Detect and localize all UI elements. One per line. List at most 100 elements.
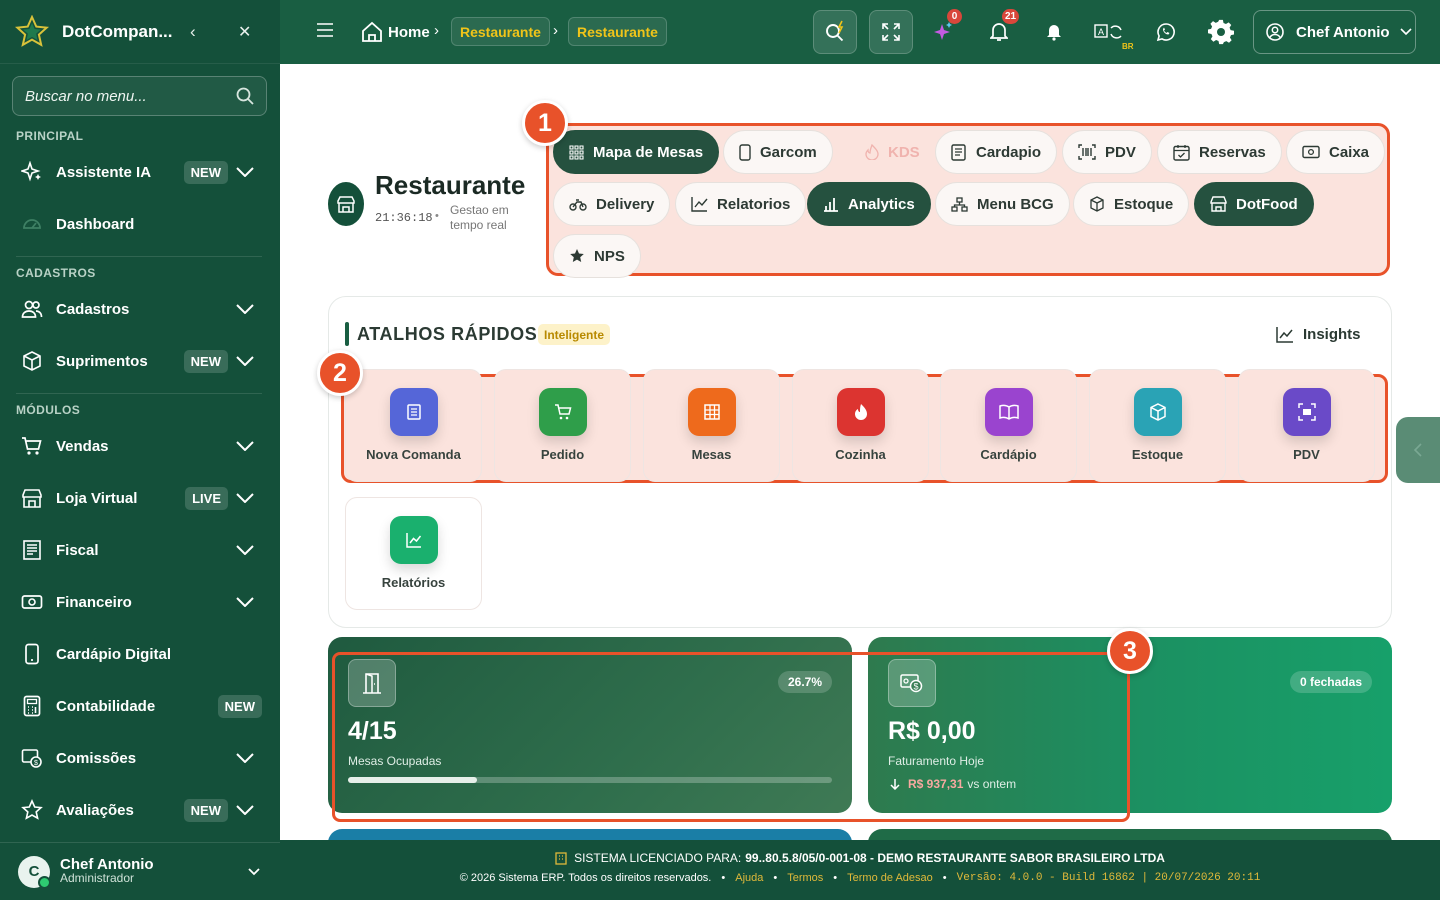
tab-kds[interactable]: KDS — [849, 130, 936, 174]
separator-dot: • — [721, 872, 726, 884]
tab-menu-bcg[interactable]: Menu BCG — [935, 182, 1070, 226]
tab-label: Garcom — [760, 143, 817, 161]
restaurant-icon — [328, 182, 364, 226]
sidebar-item-dashboard[interactable]: Dashboard — [0, 198, 280, 250]
tab-estoque[interactable]: Estoque — [1073, 182, 1190, 226]
help-link[interactable]: Ajuda — [735, 872, 763, 884]
menu-icon[interactable] — [317, 23, 333, 42]
bar-chart-icon — [823, 197, 839, 212]
tab-relatorios[interactable]: Relatorios — [675, 182, 807, 226]
star-icon — [569, 248, 585, 264]
brand-name: DotCompan... — [62, 21, 173, 41]
tab-analytics[interactable]: Analytics — [807, 182, 931, 226]
shortcut-label: Nova Comanda — [366, 447, 461, 462]
chevron-left-icon — [1413, 443, 1422, 457]
sidebar-item-avaliacoes[interactable]: Avaliações NEW — [0, 784, 280, 836]
highlight-box-3 — [332, 652, 1130, 822]
flame-icon — [865, 144, 879, 160]
grid-icon — [569, 144, 584, 160]
shortcut-nova-comanda[interactable]: Nova Comanda — [345, 369, 482, 482]
settings-button[interactable] — [1199, 10, 1243, 54]
language-button[interactable]: A BR — [1088, 10, 1134, 54]
search-icon — [236, 87, 254, 105]
tab-dotfood[interactable]: DotFood — [1194, 182, 1314, 226]
shortcut-label: Cardápio — [980, 447, 1037, 462]
breadcrumb-home[interactable]: Home — [360, 18, 430, 46]
clock-time: 21:36:18 — [375, 211, 433, 225]
tab-label: Cardapio — [976, 143, 1042, 161]
chevron-right-icon: › — [553, 22, 558, 39]
shortcut-pedido[interactable]: Pedido — [494, 369, 631, 482]
alerts-button[interactable] — [1032, 10, 1076, 54]
shortcut-estoque[interactable]: Estoque — [1089, 369, 1226, 482]
commission-icon: $ — [20, 746, 44, 770]
notification-count-badge: 21 — [1002, 9, 1020, 24]
sidebar-item-vendas[interactable]: Vendas — [0, 420, 280, 472]
new-badge: NEW — [183, 349, 228, 373]
sidebar-item-cardapio-digital[interactable]: Cardápio Digital — [0, 628, 280, 680]
fullscreen-button[interactable] — [869, 10, 913, 54]
expand-icon — [882, 23, 900, 41]
sidebar-item-label: Contabilidade — [56, 697, 156, 715]
gauge-icon — [20, 212, 44, 236]
calculator-icon — [20, 694, 44, 718]
tab-cardapio[interactable]: Cardapio — [935, 130, 1058, 174]
collapse-sidebar-icon[interactable]: ‹ — [190, 22, 196, 42]
section-modulos: MÓDULOS — [16, 403, 81, 417]
tab-delivery[interactable]: Delivery — [553, 182, 671, 226]
shortcut-cardapio[interactable]: Cardápio — [940, 369, 1077, 482]
shortcut-mesas[interactable]: Mesas — [643, 369, 780, 482]
shortcut-pdv[interactable]: PDV — [1238, 369, 1375, 482]
insights-button[interactable]: Insights — [1276, 326, 1361, 343]
avatar: C — [18, 855, 51, 889]
separator-dot: • — [435, 210, 439, 222]
tab-reservas[interactable]: Reservas — [1157, 130, 1282, 174]
line-chart-icon — [1276, 327, 1293, 343]
building-icon — [555, 851, 567, 865]
user-menu-button[interactable]: Chef Antonio — [1253, 10, 1416, 54]
tab-pdv[interactable]: PDV — [1062, 130, 1152, 174]
topbar: Home › Restaurante › Restaurante 0 21 A … — [280, 0, 1440, 64]
box-icon — [20, 349, 44, 373]
sidebar-item-label: Assistente IA — [56, 163, 152, 181]
shortcut-cozinha[interactable]: Cozinha — [792, 369, 929, 482]
chevron-down-icon — [236, 167, 258, 177]
adhesion-terms-link[interactable]: Termo de Adesao — [847, 872, 933, 884]
sidebar-item-financeiro[interactable]: Financeiro — [0, 576, 280, 628]
terms-link[interactable]: Termos — [787, 872, 823, 884]
sidebar-item-loja-virtual[interactable]: Loja Virtual LIVE — [0, 472, 280, 524]
sidebar-item-contabilidade[interactable]: Contabilidade NEW — [0, 680, 280, 732]
side-drawer-toggle[interactable] — [1396, 417, 1440, 483]
whatsapp-button[interactable] — [1144, 10, 1188, 54]
sidebar-item-label: Avaliações — [56, 801, 134, 819]
sidebar-item-assistente-ia[interactable]: Assistente IA NEW — [0, 146, 280, 198]
sidebar-item-fiscal[interactable]: Fiscal — [0, 524, 280, 576]
shortcut-relatorios[interactable]: Relatórios — [345, 497, 482, 610]
sidebar-item-label: Dashboard — [56, 215, 135, 233]
phone-icon — [20, 642, 44, 666]
tab-mapa-de-mesas[interactable]: Mapa de Mesas — [553, 130, 720, 174]
tab-nps[interactable]: NPS — [553, 234, 641, 278]
tab-caixa[interactable]: Caixa — [1286, 130, 1386, 174]
star-logo-icon — [14, 14, 50, 50]
sidebar-item-comissoes[interactable]: $ Comissões — [0, 732, 280, 784]
tab-label: KDS — [888, 143, 920, 161]
tab-garcom[interactable]: Garcom — [723, 130, 833, 174]
breadcrumb-item[interactable]: Restaurante — [451, 17, 550, 46]
sidebar-item-cadastros[interactable]: Cadastros — [0, 283, 280, 335]
sidebar-search-input[interactable]: Buscar no menu... — [12, 76, 267, 116]
storefront-icon — [1210, 196, 1227, 212]
tab-label: Reservas — [1199, 143, 1266, 161]
breadcrumb-current[interactable]: Restaurante — [568, 17, 667, 46]
gear-icon — [1208, 19, 1234, 45]
section-principal: PRINCIPAL — [16, 129, 84, 143]
closed-count: 0 fechadas — [1289, 671, 1372, 693]
sidebar-item-suprimentos[interactable]: Suprimentos NEW — [0, 335, 280, 387]
user-menu-label: Chef Antonio — [1296, 23, 1390, 41]
chevron-down-icon — [236, 597, 258, 607]
quick-search-button[interactable] — [813, 10, 857, 54]
footer-links: © 2026 Sistema ERP. Todos os direitos re… — [280, 872, 1440, 884]
sidebar-user[interactable]: C Chef Antonio Administrador — [0, 842, 280, 900]
close-icon[interactable]: ✕ — [238, 22, 251, 42]
svg-text:A: A — [1098, 27, 1104, 37]
